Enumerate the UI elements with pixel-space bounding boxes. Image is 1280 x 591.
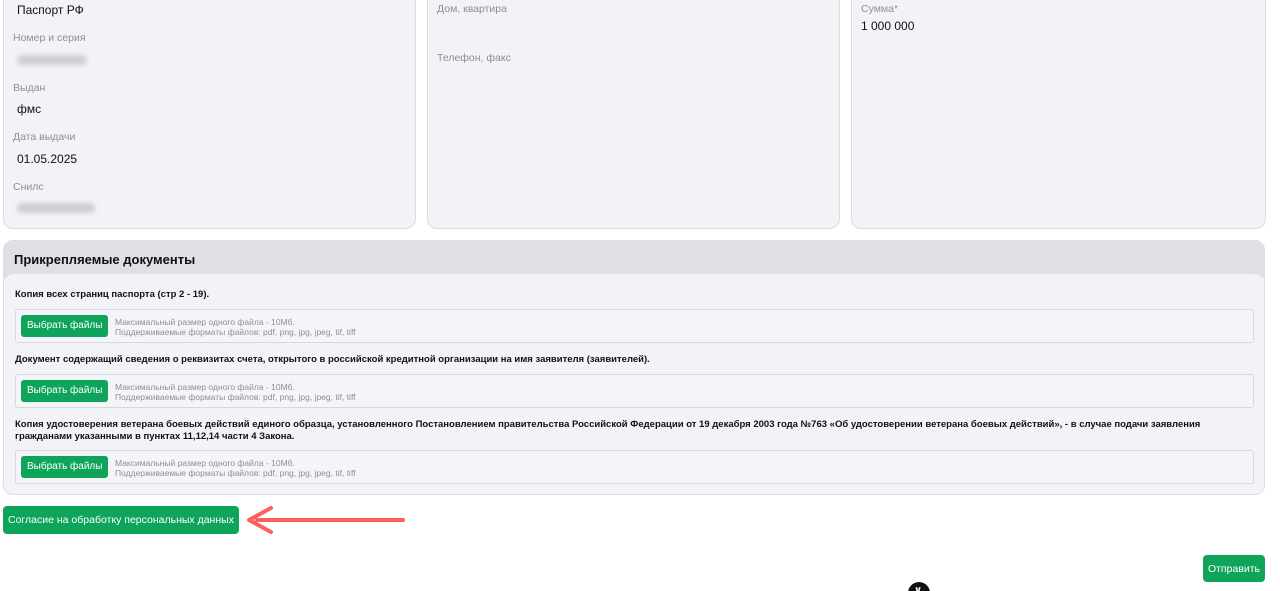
document-title-passport: Копия всех страниц паспорта (стр 2 - 19)… (15, 289, 210, 300)
attached-documents-section: Прикрепляемые документы Копия всех стран… (3, 240, 1265, 495)
file-formats: Поддерживаемые форматы файлов: pdf, png,… (115, 327, 356, 337)
document-title-bank-details: Документ содержащий сведения о реквизита… (15, 354, 650, 365)
submit-button[interactable]: Отправить (1203, 555, 1265, 582)
passport-issued-field[interactable]: фмс (17, 102, 41, 116)
file-drop-zone-bank-details[interactable]: Выбрать файлы Максимальный размер одного… (15, 374, 1254, 408)
passport-date-label: Дата выдачи (13, 131, 76, 143)
file-formats: Поддерживаемые форматы файлов: pdf, png,… (115, 392, 356, 402)
choose-files-button[interactable]: Выбрать файлы (21, 315, 109, 337)
file-max-size: Максимальный размер одного файла - 10Мб. (115, 317, 295, 327)
passport-date-field[interactable]: 01.05.2025 (17, 152, 77, 166)
snils-field[interactable] (17, 203, 95, 213)
application-form: Паспорт РФ Номер и серия Выдан фмс Дата … (0, 0, 1280, 591)
passport-card: Паспорт РФ Номер и серия Выдан фмс Дата … (3, 0, 416, 229)
file-drop-zone-passport[interactable]: Выбрать файлы Максимальный размер одного… (15, 309, 1254, 343)
house-label: Дом, квартира (437, 3, 507, 15)
passport-number-label: Номер и серия (13, 32, 86, 44)
file-formats: Поддерживаемые форматы файлов: pdf, png,… (115, 468, 356, 478)
file-hint: Максимальный размер одного файла - 10Мб.… (115, 317, 356, 337)
red-arrow-icon (247, 506, 405, 534)
personal-data-consent-button[interactable]: Согласие на обработку персональных данны… (3, 506, 239, 534)
file-max-size: Максимальный размер одного файла - 10Мб. (115, 382, 295, 392)
file-max-size: Максимальный размер одного файла - 10Мб. (115, 458, 295, 468)
file-hint: Максимальный размер одного файла - 10Мб.… (115, 382, 356, 402)
file-drop-zone-veteran-certificate[interactable]: Выбрать файлы Максимальный размер одного… (15, 450, 1254, 484)
attached-documents-body: Копия всех страниц паспорта (стр 2 - 19)… (4, 274, 1264, 494)
amount-field[interactable]: 1 000 000 (861, 19, 914, 33)
attached-documents-header: Прикрепляемые документы (4, 241, 1264, 278)
address-card: Дом, квартира Телефон, факс (427, 0, 840, 229)
scroll-down-icon[interactable]: ∨ (908, 582, 930, 591)
amount-label: Сумма* (861, 3, 899, 15)
passport-doc-type[interactable]: Паспорт РФ (17, 3, 84, 17)
amount-card: Сумма* 1 000 000 (851, 0, 1266, 229)
choose-files-button[interactable]: Выбрать файлы (21, 380, 109, 402)
passport-number-field[interactable] (17, 55, 87, 65)
choose-files-button[interactable]: Выбрать файлы (21, 456, 109, 478)
document-title-veteran-certificate: Копия удостоверения ветерана боевых дейс… (15, 419, 1201, 442)
phone-label: Телефон, факс (437, 52, 511, 64)
attached-documents-title: Прикрепляемые документы (14, 252, 196, 267)
snils-label: Снилс (13, 181, 44, 193)
passport-issued-label: Выдан (13, 82, 46, 94)
file-hint: Максимальный размер одного файла - 10Мб.… (115, 458, 356, 478)
